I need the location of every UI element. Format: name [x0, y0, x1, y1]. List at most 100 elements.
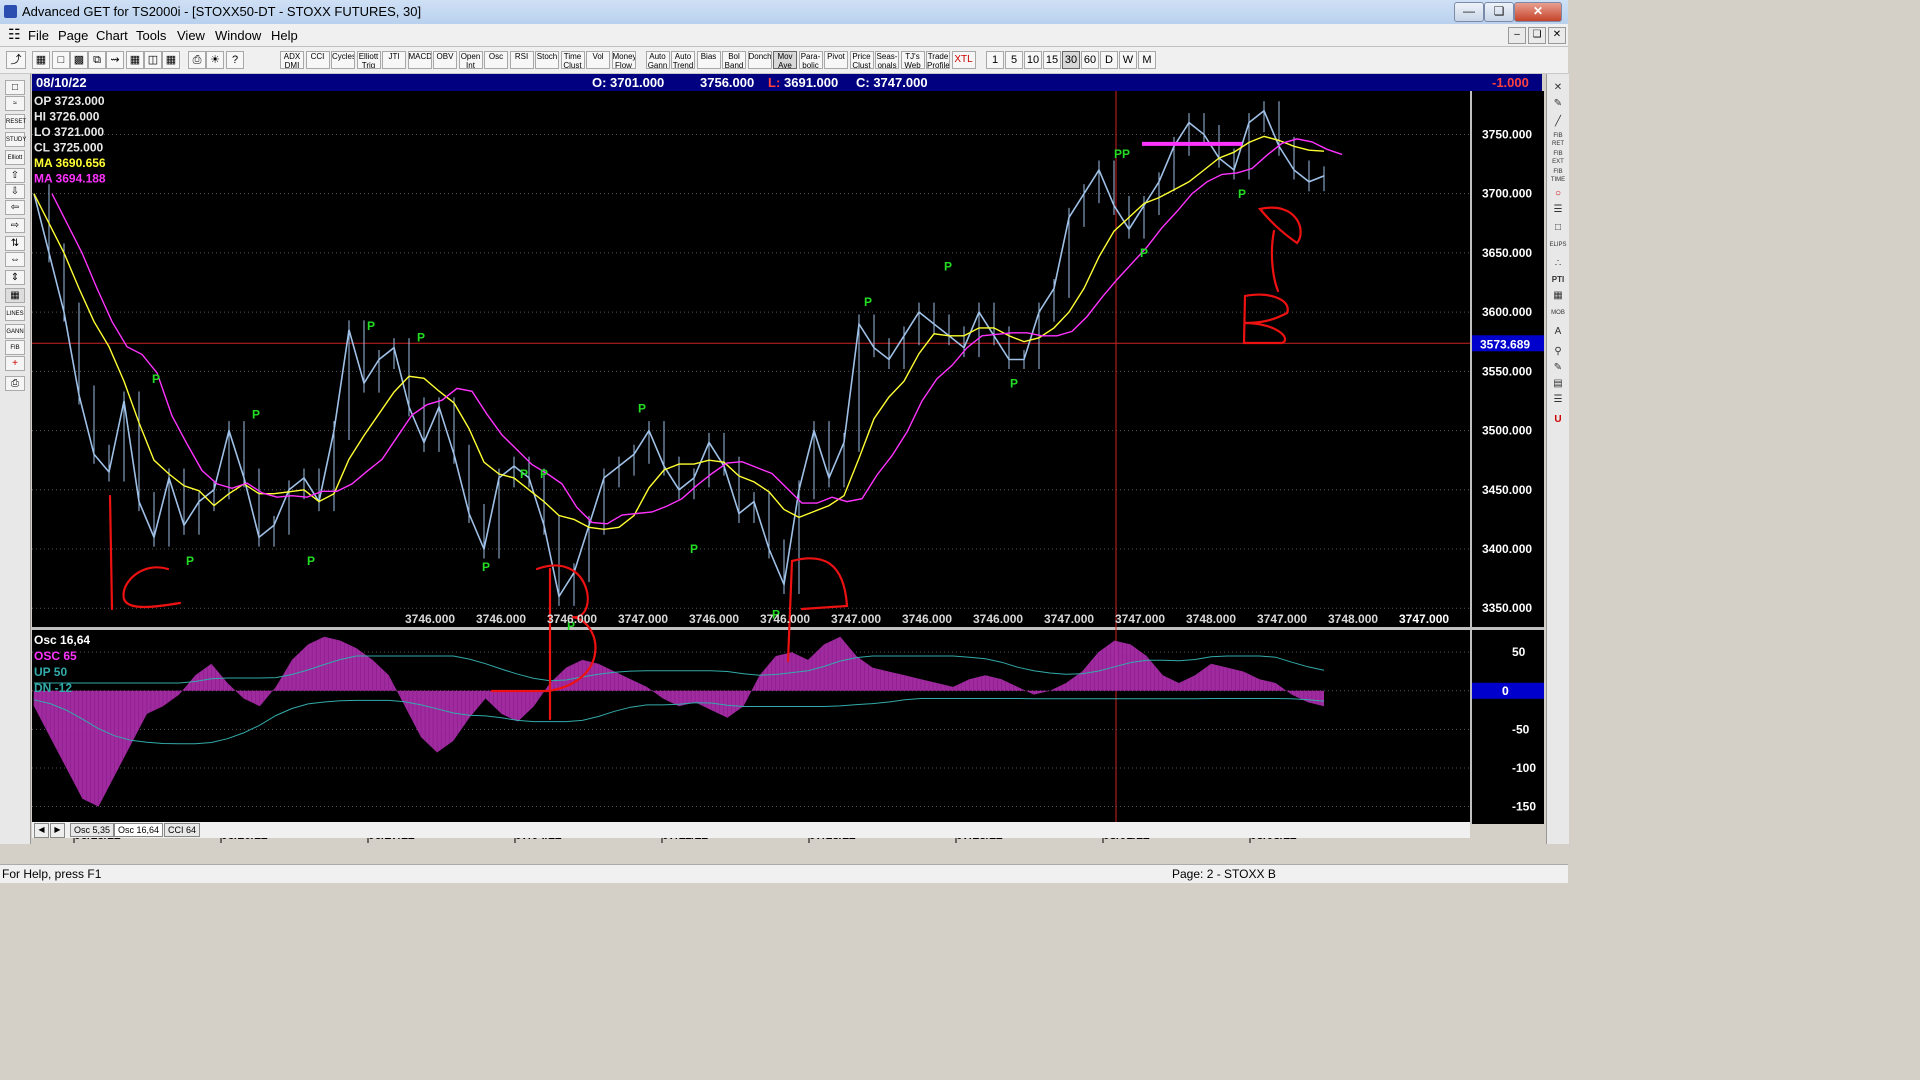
channel-icon[interactable]: ☰: [1549, 202, 1567, 217]
indicator-button-macd[interactable]: MACD: [407, 51, 432, 69]
indicator-button-pivot[interactable]: Pivot: [824, 51, 848, 69]
copy-icon[interactable]: ⧉: [88, 51, 106, 69]
arrow-up-icon[interactable]: ⇧: [5, 168, 25, 183]
lines-icon[interactable]: LINES: [5, 306, 25, 321]
indicator-button-mov-ave[interactable]: Mov Ave: [773, 51, 797, 69]
undo-icon[interactable]: U: [1549, 412, 1567, 427]
indicator-button-auto-gann[interactable]: Auto Gann: [645, 51, 670, 69]
circle-icon[interactable]: ○: [1549, 186, 1567, 201]
menu-window[interactable]: Window: [215, 28, 261, 43]
ellipse-icon[interactable]: ELIPS: [1549, 238, 1567, 253]
arrow-down-icon[interactable]: ⇩: [5, 184, 25, 199]
timeframe-button-60[interactable]: 60: [1081, 51, 1099, 69]
ruler-icon[interactable]: ▤: [1549, 376, 1567, 391]
indicator-button-bias[interactable]: Bias: [696, 51, 721, 69]
indicator-button-cci[interactable]: CCI: [305, 51, 330, 69]
chart-area[interactable]: CBABB 3350.0003400.0003450.0003500.00035…: [32, 76, 1544, 843]
indicator-button-trade-profile[interactable]: Trade Profile: [926, 51, 950, 69]
box-icon[interactable]: ▦: [5, 288, 25, 303]
reset-icon[interactable]: RESET: [5, 114, 26, 129]
save-icon[interactable]: ▩: [70, 51, 88, 69]
indicator-button-seas-onals[interactable]: Seas-onals: [875, 51, 899, 69]
list-icon[interactable]: ☰: [1549, 392, 1567, 407]
indicator-button-cycles[interactable]: Cycles: [331, 51, 355, 69]
mdi-restore-button[interactable]: ❏: [1528, 27, 1546, 44]
indicator-button-elliott-trig[interactable]: Elliott Trig: [356, 51, 381, 69]
open-icon[interactable]: ▦: [32, 51, 50, 69]
indicator-button-vol[interactable]: Vol: [586, 51, 610, 69]
cascade-icon[interactable]: ◫: [144, 51, 162, 69]
fib-time-icon[interactable]: FIB TIME: [1549, 168, 1567, 183]
expand-vertical-icon[interactable]: ⇕: [5, 270, 25, 285]
print-icon[interactable]: ⎙: [188, 51, 206, 69]
folder-icon[interactable]: □: [5, 80, 25, 95]
tip-icon[interactable]: ☀: [206, 51, 224, 69]
text-icon[interactable]: A: [1549, 324, 1567, 339]
gann-icon[interactable]: GANN: [5, 324, 25, 339]
tab-osc-5-35[interactable]: Osc 5,35: [70, 823, 115, 837]
close-button[interactable]: ✕: [1514, 2, 1562, 22]
tab-osc-16-64[interactable]: Osc 16,64: [114, 823, 164, 837]
mob-icon[interactable]: MOB: [1549, 306, 1567, 321]
timeframe-button-15[interactable]: 15: [1043, 51, 1061, 69]
chart-canvas[interactable]: CBABB 3350.0003400.0003450.0003500.00035…: [32, 76, 1544, 843]
timeframe-button-d[interactable]: D: [1100, 51, 1118, 69]
fib-extend-icon[interactable]: FIB EXT: [1549, 150, 1567, 165]
arrow-right-icon[interactable]: ⇨: [5, 218, 25, 233]
timeframe-button-1[interactable]: 1: [986, 51, 1004, 69]
expand-horizontal-icon[interactable]: ⇔: [5, 252, 25, 267]
new-page-icon[interactable]: □: [52, 51, 70, 69]
timeframe-button-m[interactable]: M: [1138, 51, 1156, 69]
indicator-button-obv[interactable]: OBV: [433, 51, 457, 69]
paint-icon[interactable]: ✎: [1549, 360, 1567, 375]
indicator-button-xtl[interactable]: XTL: [951, 51, 976, 69]
zoom-icon[interactable]: ⚲: [1549, 344, 1567, 359]
indicator-button-tj-s-web[interactable]: TJ's Web: [900, 51, 925, 69]
rectangle-icon[interactable]: □: [1549, 220, 1567, 235]
grid-icon[interactable]: ▦: [162, 51, 180, 69]
menu-tools[interactable]: Tools: [136, 28, 166, 43]
arrow-left-icon[interactable]: ⇦: [5, 200, 25, 215]
help-icon[interactable]: ?: [226, 51, 244, 69]
trend-line-icon[interactable]: ╱: [1549, 114, 1567, 129]
indicator-button-price-clust[interactable]: Price Clust: [849, 51, 874, 69]
indicator-button-donch[interactable]: Donch: [747, 51, 772, 69]
tab-scroll-right-icon[interactable]: ▶: [50, 823, 65, 838]
indicator-button-jti[interactable]: JTI: [382, 51, 406, 69]
mdi-minimize-button[interactable]: –: [1508, 27, 1526, 44]
menu-chart[interactable]: Chart: [96, 28, 128, 43]
pitchfork-icon[interactable]: ∴: [1549, 256, 1567, 271]
gann-box-icon[interactable]: ▦: [1549, 288, 1567, 303]
auto-icon[interactable]: ≈: [5, 96, 25, 111]
tab-cci-64[interactable]: CCI 64: [164, 823, 201, 837]
minimize-button[interactable]: —: [1454, 2, 1484, 22]
indicator-button-bol-band[interactable]: Bol Band: [722, 51, 746, 69]
timeframe-button-10[interactable]: 10: [1024, 51, 1042, 69]
indicator-button-osc[interactable]: Osc: [484, 51, 508, 69]
mdi-close-button[interactable]: ✕: [1548, 27, 1566, 44]
indicator-button-money-flow[interactable]: Money Flow: [611, 51, 636, 69]
indicator-button-time-clust[interactable]: Time Clust: [560, 51, 585, 69]
menu-page[interactable]: Page: [58, 28, 88, 43]
indicator-button-adx-dmi[interactable]: ADX DMI: [280, 51, 304, 69]
menu-file[interactable]: File: [28, 28, 49, 43]
print-small-icon[interactable]: ⎙: [5, 376, 25, 391]
indicator-button-rsi[interactable]: RSI: [509, 51, 534, 69]
indicator-button-stoch[interactable]: Stoch: [535, 51, 559, 69]
tile-icon[interactable]: ▦: [126, 51, 144, 69]
print-preview-icon[interactable]: ⇝: [106, 51, 124, 69]
fib-retrace-icon[interactable]: FIB RET: [1549, 132, 1567, 147]
compress-icon[interactable]: ⇅: [5, 236, 25, 251]
indicator-button-para-bolic[interactable]: Para-bolic: [798, 51, 823, 69]
crosshair-icon[interactable]: +: [5, 356, 25, 371]
timeframe-button-5[interactable]: 5: [1005, 51, 1023, 69]
tab-scroll-left-icon[interactable]: ◀: [34, 823, 49, 838]
pencil-icon[interactable]: ✎: [1549, 96, 1567, 111]
indicator-button-auto-trend[interactable]: Auto Trend: [671, 51, 695, 69]
timeframe-button-w[interactable]: W: [1119, 51, 1137, 69]
menu-help[interactable]: Help: [271, 28, 298, 43]
study-icon[interactable]: STUDY: [5, 132, 26, 147]
indicator-button-open-int[interactable]: Open Int: [458, 51, 483, 69]
timeframe-button-30[interactable]: 30: [1062, 51, 1080, 69]
menu-view[interactable]: View: [177, 28, 205, 43]
